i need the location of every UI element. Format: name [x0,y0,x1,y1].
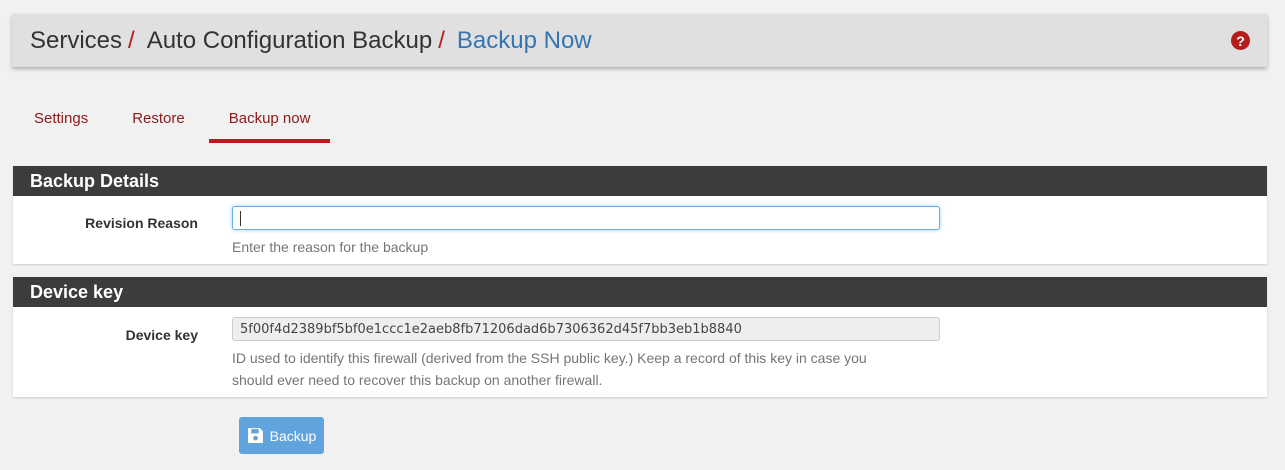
tab-backup-now[interactable]: Backup now [208,96,331,143]
tab-restore[interactable]: Restore [112,96,205,141]
revision-reason-input[interactable] [232,206,940,230]
device-key-help: ID used to identify this firewall (deriv… [232,347,942,391]
backup-details-panel: Backup Details Revision Reason Enter the… [13,166,1267,264]
tab-settings[interactable]: Settings [14,96,108,141]
device-key-panel: Device key Device key 5f00f4d2389bf5bf0e… [13,277,1267,397]
device-key-help-line: should ever need to recover this backup … [232,372,603,388]
revision-reason-row: Revision Reason Enter the reason for the… [13,196,1267,264]
revision-reason-label: Revision Reason [85,215,198,231]
device-key-row: Device key 5f00f4d2389bf5bf0e1ccc1e2aeb8… [13,307,1267,397]
breadcrumb-separator: / [128,26,135,54]
breadcrumb: Services / Auto Configuration Backup / B… [30,27,592,55]
device-key-label: Device key [125,327,198,343]
breadcrumb-services[interactable]: Services [30,27,122,55]
panel-heading: Device key [13,277,1267,307]
device-key-field[interactable]: 5f00f4d2389bf5bf0e1ccc1e2aeb8fb71206dad6… [232,317,940,341]
breadcrumb-separator: / [438,26,445,54]
question-circle-icon[interactable]: ? [1231,31,1250,50]
tab-bar: Settings Restore Backup now [14,96,334,144]
breadcrumb-backup-now[interactable]: Backup Now [457,27,592,55]
backup-button[interactable]: Backup [239,417,324,454]
page-header: Services / Auto Configuration Backup / B… [12,14,1267,67]
backup-button-label: Backup [269,427,317,444]
revision-reason-help: Enter the reason for the backup [232,239,429,255]
save-icon [247,428,263,443]
panel-heading: Backup Details [13,166,1267,196]
device-key-help-line: ID used to identify this firewall (deriv… [232,350,867,366]
breadcrumb-auto-config-backup[interactable]: Auto Configuration Backup [147,27,433,55]
text-caret [240,210,241,226]
